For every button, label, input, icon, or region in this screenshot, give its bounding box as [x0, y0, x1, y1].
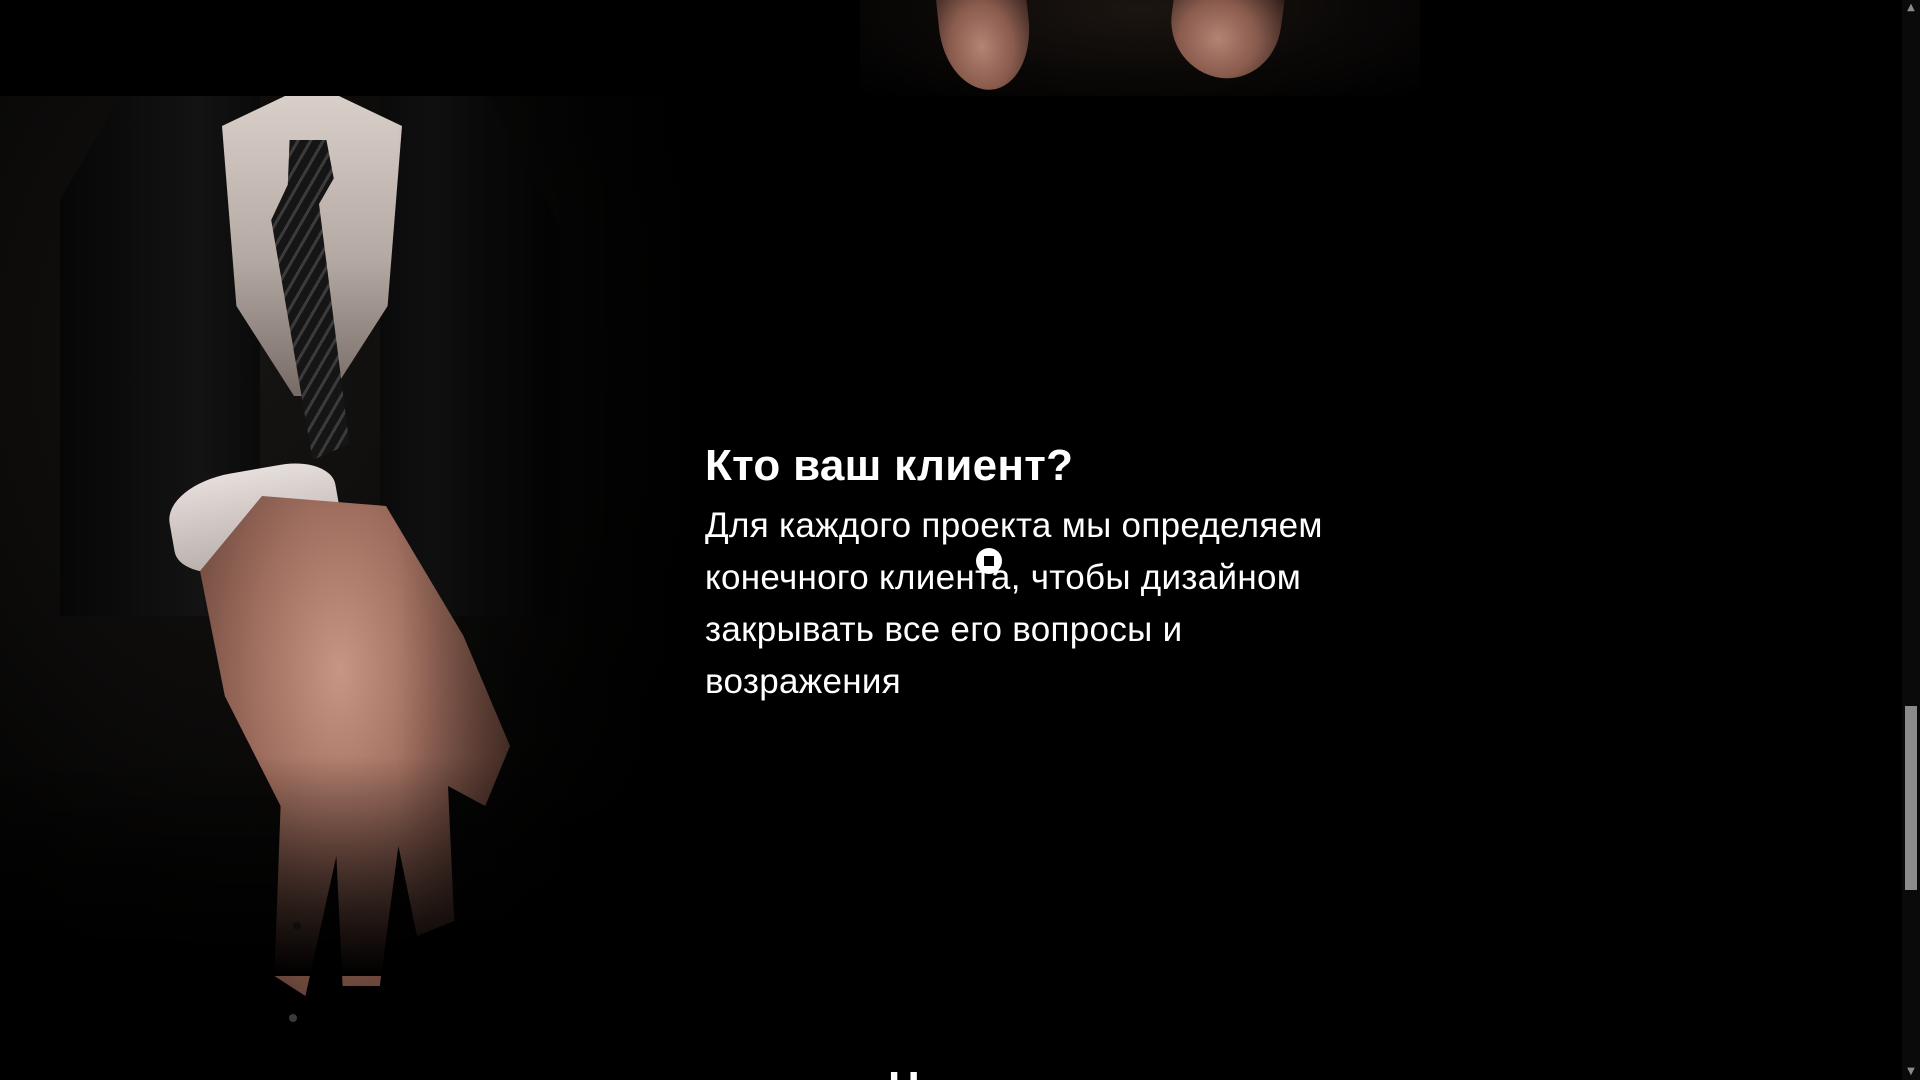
- chevron-down-icon[interactable]: ▼: [1902, 1064, 1920, 1080]
- section-heading: Кто ваш клиент?: [705, 441, 1074, 490]
- client-section: Кто ваш клиент? Для каждого проекта мы о…: [705, 438, 1405, 708]
- cursor-icon: [976, 548, 1002, 574]
- photo-fade-overlay: [0, 96, 720, 976]
- next-section-heading: Н: [888, 1060, 920, 1080]
- scroll-thumb[interactable]: [1905, 706, 1917, 890]
- scrollbar[interactable]: ▲ ▼: [1902, 0, 1920, 1080]
- finger-left: [934, 0, 1036, 95]
- jacket-button: [289, 1014, 297, 1022]
- section-description: Для каждого проекта мы определяем конечн…: [705, 506, 1323, 701]
- man-in-suit-photo: [0, 96, 720, 1022]
- chevron-up-icon[interactable]: ▲: [1902, 0, 1920, 16]
- hands-photo: [860, 0, 1420, 96]
- finger-right: [1163, 0, 1287, 86]
- page: Кто ваш клиент? Для каждого проекта мы о…: [0, 0, 1920, 1080]
